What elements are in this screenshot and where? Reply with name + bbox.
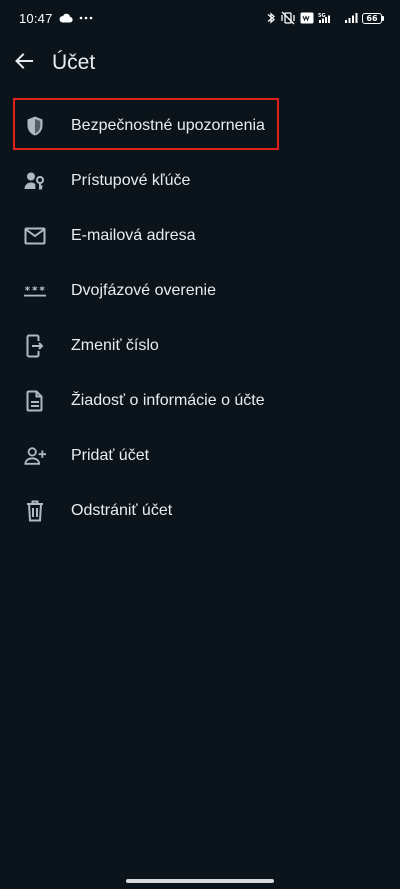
signal-icon — [344, 12, 358, 24]
status-bar: 10:47 5G 66 — [0, 0, 400, 36]
cloud-icon — [59, 13, 73, 23]
battery-icon: 66 — [362, 12, 384, 24]
signal-5g-icon: 5G — [318, 12, 340, 24]
phone-change-icon — [24, 334, 46, 357]
back-button[interactable] — [0, 39, 48, 87]
more-notifications-icon — [79, 16, 93, 20]
menu-item-label: Dvojfázové overenie — [71, 281, 216, 299]
shield-icon — [24, 115, 46, 137]
menu-item-add-account[interactable]: Pridať účet — [0, 428, 400, 483]
add-person-icon — [24, 445, 46, 467]
menu-item-label: Žiadosť o informácie o účte — [71, 391, 265, 409]
account-menu: Bezpečnostné upozornenia Prístupové kľúč… — [0, 98, 400, 538]
menu-item-passkeys[interactable]: Prístupové kľúče — [0, 153, 400, 208]
menu-item-delete-account[interactable]: Odstrániť účet — [0, 483, 400, 538]
wifi-call-icon — [300, 12, 314, 24]
network-label: 5G — [318, 13, 326, 19]
menu-item-change-number[interactable]: Zmeniť číslo — [0, 318, 400, 373]
password-dots-icon — [24, 280, 46, 302]
status-time: 10:47 — [19, 10, 53, 26]
app-bar: Účet — [0, 36, 400, 90]
menu-item-email[interactable]: E-mailová adresa — [0, 208, 400, 263]
menu-item-label: Prístupové kľúče — [71, 171, 191, 189]
battery-level: 66 — [362, 12, 382, 24]
bluetooth-icon — [266, 11, 276, 25]
menu-item-label: Pridať účet — [71, 446, 150, 464]
arrow-left-icon — [14, 51, 34, 76]
mail-icon — [24, 225, 46, 247]
menu-item-two-step[interactable]: Dvojfázové overenie — [0, 263, 400, 318]
menu-item-security-notifications[interactable]: Bezpečnostné upozornenia — [0, 98, 400, 153]
trash-icon — [24, 500, 46, 522]
vibrate-off-icon — [280, 11, 296, 25]
page-title: Účet — [52, 51, 96, 74]
gesture-navigation-bar[interactable] — [126, 879, 274, 883]
passkey-icon — [24, 170, 46, 192]
menu-item-label: E-mailová adresa — [71, 226, 196, 244]
menu-item-label: Bezpečnostné upozornenia — [71, 116, 265, 134]
document-icon — [24, 390, 46, 412]
menu-item-account-info[interactable]: Žiadosť o informácie o účte — [0, 373, 400, 428]
menu-item-label: Zmeniť číslo — [71, 336, 159, 354]
menu-item-label: Odstrániť účet — [71, 501, 173, 519]
